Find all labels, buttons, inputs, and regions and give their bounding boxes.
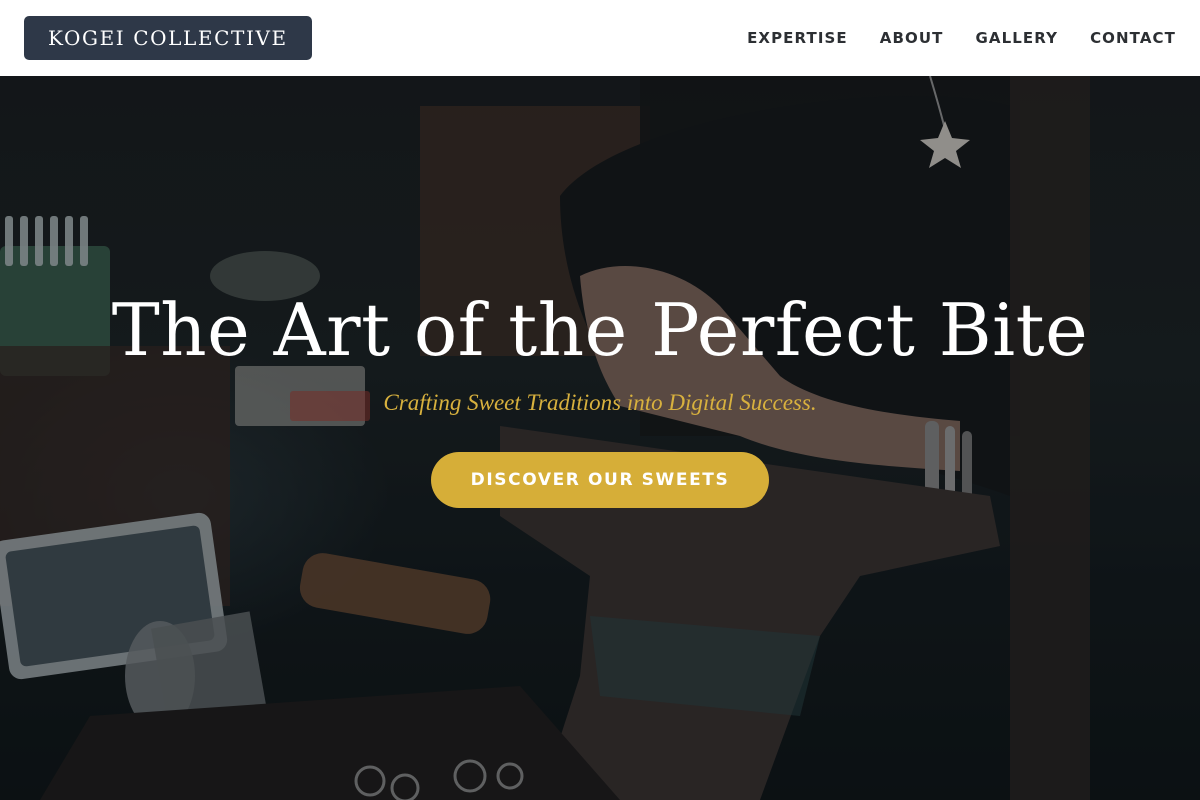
hero-title: The Art of the Perfect Bite — [111, 288, 1089, 372]
discover-sweets-button[interactable]: DISCOVER OUR SWEETS — [430, 452, 770, 508]
hero-section: The Art of the Perfect Bite Crafting Swe… — [0, 76, 1200, 800]
main-nav: EXPERTISE ABOUT GALLERY CONTACT — [747, 29, 1176, 47]
nav-link-gallery[interactable]: GALLERY — [975, 29, 1058, 47]
logo-button[interactable]: KOGEI COLLECTIVE — [24, 16, 312, 60]
site-header: KOGEI COLLECTIVE EXPERTISE ABOUT GALLERY… — [0, 0, 1200, 76]
hero-subtitle: Crafting Sweet Traditions into Digital S… — [383, 390, 817, 415]
nav-link-expertise[interactable]: EXPERTISE — [747, 29, 848, 47]
nav-link-contact[interactable]: CONTACT — [1090, 29, 1176, 47]
nav-link-about[interactable]: ABOUT — [880, 29, 944, 47]
hero-content: The Art of the Perfect Bite Crafting Swe… — [0, 294, 1200, 508]
